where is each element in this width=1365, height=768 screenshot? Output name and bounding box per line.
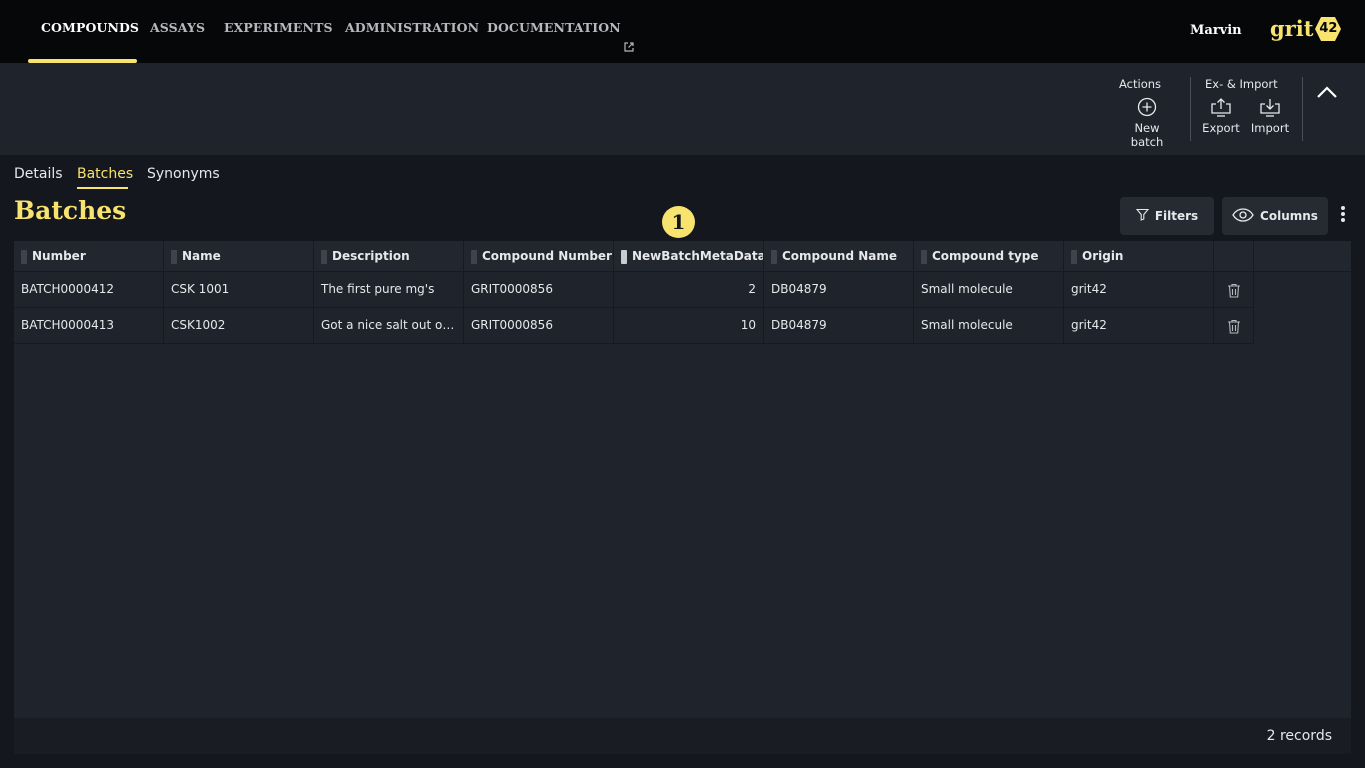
step-badge: 1 xyxy=(662,206,695,238)
column-grip-icon[interactable] xyxy=(1071,250,1077,264)
new-batch-label: New batch xyxy=(1130,121,1164,149)
import-label: Import xyxy=(1250,121,1290,135)
page-title: Batches xyxy=(14,196,127,225)
nav-compounds[interactable]: COMPOUNDS xyxy=(41,0,139,63)
column-header-number[interactable]: Number xyxy=(14,241,164,272)
nav-documentation-label: DOCUMENTATION xyxy=(487,20,621,35)
logo-text: grit xyxy=(1270,16,1314,41)
logo[interactable]: grit 42 xyxy=(1270,14,1342,44)
nav-assays[interactable]: ASSAYS xyxy=(150,0,205,63)
delete-row-button[interactable] xyxy=(1214,308,1254,344)
cell-description[interactable]: Got a nice salt out of the mix xyxy=(314,308,464,344)
columns-label: Columns xyxy=(1260,209,1318,223)
column-header-label: Origin xyxy=(1082,249,1124,263)
column-header-description[interactable]: Description xyxy=(314,241,464,272)
column-header-label: NewBatchMetaData xyxy=(632,249,764,263)
table-row[interactable]: BATCH0000413 CSK1002 Got a nice salt out… xyxy=(14,308,1254,344)
cell-newbatchmetadata[interactable]: 2 xyxy=(614,272,764,308)
filters-button[interactable]: Filters xyxy=(1120,197,1214,235)
collapse-toolbar-button[interactable] xyxy=(1314,81,1340,103)
cell-compound-number[interactable]: GRIT0000856 xyxy=(464,272,614,308)
top-navigation: COMPOUNDS ASSAYS EXPERIMENTS ADMINISTRAT… xyxy=(0,0,1365,63)
nav-experiments[interactable]: EXPERIMENTS xyxy=(224,0,333,63)
import-button[interactable]: Import xyxy=(1240,97,1300,141)
toolbar-divider xyxy=(1302,77,1303,141)
table-header: Number Name Description Compound Number … xyxy=(14,241,1351,272)
cell-compound-number[interactable]: GRIT0000856 xyxy=(464,308,614,344)
nav-documentation[interactable]: DOCUMENTATION xyxy=(487,0,634,63)
column-grip-icon[interactable] xyxy=(321,250,327,264)
chevron-up-icon xyxy=(1314,86,1340,107)
new-batch-button[interactable]: New batch xyxy=(1117,97,1177,149)
cell-number[interactable]: BATCH0000413 xyxy=(14,308,164,344)
column-header-label: Name xyxy=(182,249,221,263)
logo-badge: 42 xyxy=(1314,16,1342,42)
column-header-origin[interactable]: Origin xyxy=(1064,241,1214,272)
import-icon xyxy=(1240,97,1300,117)
nav-administration[interactable]: ADMINISTRATION xyxy=(345,0,479,63)
action-toolbar: Actions New batch Ex- & Import Export Im… xyxy=(0,63,1365,155)
tab-details[interactable]: Details xyxy=(14,166,63,190)
column-grip-icon[interactable] xyxy=(21,250,27,264)
cell-name[interactable]: CSK1002 xyxy=(164,308,314,344)
record-count: 2 records xyxy=(1266,728,1332,744)
cell-name[interactable]: CSK 1001 xyxy=(164,272,314,308)
cell-compound-name[interactable]: DB04879 xyxy=(764,308,914,344)
cell-compound-type[interactable]: Small molecule xyxy=(914,272,1064,308)
cell-origin[interactable]: grit42 xyxy=(1064,272,1214,308)
cell-number[interactable]: BATCH0000412 xyxy=(14,272,164,308)
column-grip-icon[interactable] xyxy=(621,250,627,264)
cell-newbatchmetadata[interactable]: 10 xyxy=(614,308,764,344)
column-header-label: Compound Name xyxy=(782,249,898,263)
tab-synonyms[interactable]: Synonyms xyxy=(147,166,220,190)
tab-active-indicator xyxy=(77,187,128,189)
cell-description[interactable]: The first pure mg's xyxy=(314,272,464,308)
more-options-button[interactable] xyxy=(1336,204,1350,226)
column-grip-icon[interactable] xyxy=(921,250,927,264)
actions-group-label: Actions xyxy=(1119,77,1162,91)
cell-compound-name[interactable]: DB04879 xyxy=(764,272,914,308)
column-header-compound-name[interactable]: Compound Name xyxy=(764,241,914,272)
cell-origin[interactable]: grit42 xyxy=(1064,308,1214,344)
column-header-actions xyxy=(1214,241,1254,272)
column-grip-icon[interactable] xyxy=(171,250,177,264)
cell-compound-type[interactable]: Small molecule xyxy=(914,308,1064,344)
plus-circle-icon xyxy=(1117,97,1177,117)
column-header-label: Description xyxy=(332,249,410,263)
logo-badge-text: 42 xyxy=(1319,21,1338,36)
table-row[interactable]: BATCH0000412 CSK 1001 The first pure mg'… xyxy=(14,272,1254,308)
column-header-label: Compound Number xyxy=(482,249,612,263)
column-header-compound-number[interactable]: Compound Number xyxy=(464,241,614,272)
columns-button[interactable]: Columns xyxy=(1222,197,1328,235)
eximport-group-label: Ex- & Import xyxy=(1205,77,1278,91)
filter-icon xyxy=(1135,208,1155,224)
column-header-newbatchmetadata[interactable]: NewBatchMetaData xyxy=(614,241,764,272)
eye-icon xyxy=(1232,207,1260,225)
column-grip-icon[interactable] xyxy=(471,250,477,264)
table-footer: 2 records xyxy=(14,718,1351,754)
column-grip-icon[interactable] xyxy=(771,250,777,264)
column-header-name[interactable]: Name xyxy=(164,241,314,272)
column-header-label: Compound type xyxy=(932,249,1039,263)
filters-label: Filters xyxy=(1154,209,1199,223)
delete-row-button[interactable] xyxy=(1214,272,1254,308)
column-header-label: Number xyxy=(32,249,86,263)
column-header-compound-type[interactable]: Compound type xyxy=(914,241,1064,272)
batches-table: Number Name Description Compound Number … xyxy=(14,241,1351,754)
user-menu[interactable]: Marvin xyxy=(1190,0,1242,63)
kebab-menu-icon xyxy=(1336,206,1350,230)
